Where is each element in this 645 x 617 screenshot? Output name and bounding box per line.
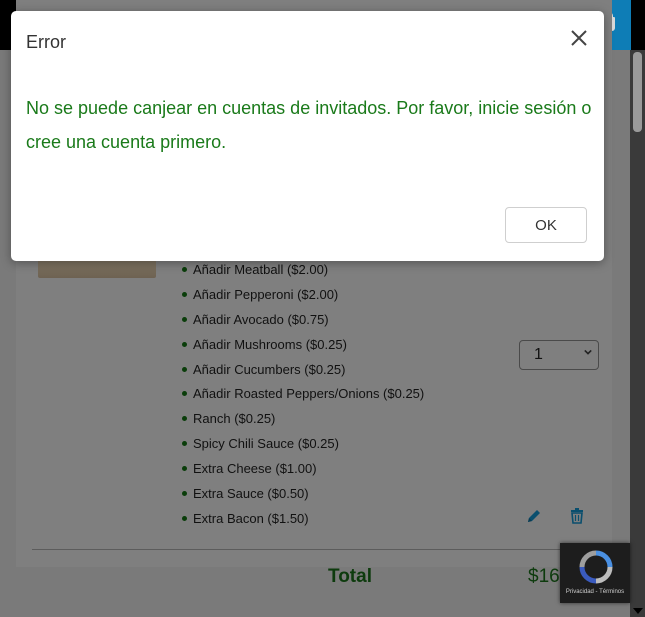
modifier-item: Spicy Chili Sauce ($0.25): [182, 434, 424, 459]
modifier-item: Añadir Avocado ($0.75): [182, 310, 424, 335]
recaptcha-badge[interactable]: Privacidad - Términos: [560, 543, 630, 603]
edit-icon[interactable]: [526, 508, 542, 524]
total-value: $16: [528, 566, 560, 587]
modifier-item: Extra Sauce ($0.50): [182, 484, 424, 509]
total-divider: [32, 549, 598, 550]
trash-icon[interactable]: [570, 508, 584, 524]
total-label: Total: [328, 566, 372, 587]
close-icon[interactable]: [570, 29, 588, 47]
dialog-title: Error: [26, 32, 66, 52]
recaptcha-terms[interactable]: Privacidad - Términos: [560, 589, 630, 595]
quantity-select[interactable]: 1: [519, 340, 599, 370]
ok-button[interactable]: OK: [505, 207, 587, 243]
modifier-list: Añadir Meatball ($2.00) Añadir Pepperoni…: [182, 260, 424, 534]
error-dialog: Error No se puede canjear en cuentas de …: [11, 11, 604, 261]
modifier-item: Añadir Meatball ($2.00): [182, 260, 424, 285]
modifier-item: Ranch ($0.25): [182, 409, 424, 434]
modifier-item: Añadir Roasted Peppers/Onions ($0.25): [182, 384, 424, 409]
chevron-down-icon: [584, 349, 592, 355]
modifier-item: Extra Cheese ($1.00): [182, 459, 424, 484]
scroll-down-arrow-icon[interactable]: [633, 608, 643, 614]
modifier-item: Añadir Pepperoni ($2.00): [182, 285, 424, 310]
quantity-value: 1: [534, 346, 543, 363]
modifier-item: Extra Bacon ($1.50): [182, 509, 424, 534]
modifier-item: Añadir Cucumbers ($0.25): [182, 360, 424, 385]
recaptcha-icon: [579, 550, 613, 584]
modifier-item: Añadir Mushrooms ($0.25): [182, 335, 424, 360]
page-scrollbar[interactable]: [630, 50, 645, 617]
scrollbar-thumb[interactable]: [633, 52, 642, 132]
dialog-message: No se puede canjear en cuentas de invita…: [26, 98, 592, 152]
